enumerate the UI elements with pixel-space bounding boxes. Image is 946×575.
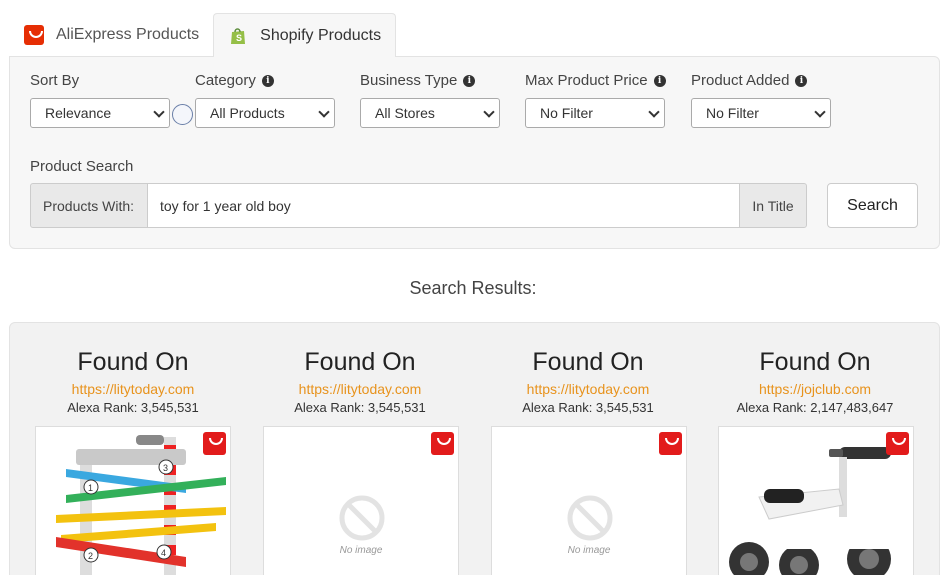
chevron-down-icon — [483, 106, 495, 118]
svg-text:2: 2 — [88, 551, 93, 561]
store-url-link[interactable]: https://litytoday.com — [488, 381, 688, 397]
tab-aliexpress-products[interactable]: AliExpress Products — [10, 13, 213, 56]
aliexpress-icon — [203, 432, 226, 455]
aliexpress-icon — [431, 432, 454, 455]
info-icon[interactable]: i — [261, 74, 274, 87]
chevron-down-icon — [814, 106, 826, 118]
no-image-text: No image — [567, 545, 611, 556]
chevron-down-icon — [318, 106, 330, 118]
store-url-link[interactable]: https://litytoday.com — [260, 381, 460, 397]
business-type-label-text: Business Type — [360, 72, 458, 89]
result-card: Found On https://litytoday.com Alexa Ran… — [33, 346, 233, 416]
info-icon[interactable]: i — [463, 74, 476, 87]
no-image-icon — [339, 495, 385, 541]
sort-by-value: Relevance — [45, 105, 112, 121]
category-label: Category i — [195, 72, 274, 89]
aliexpress-icon — [24, 24, 44, 45]
product-search-label-text: Product Search — [30, 158, 134, 175]
found-on-heading: Found On — [532, 348, 644, 376]
no-image-icon — [567, 495, 613, 541]
in-title-addon[interactable]: In Title — [739, 183, 807, 228]
product-added-label: Product Added i — [691, 72, 808, 89]
sort-by-label: Sort By — [30, 72, 79, 89]
business-type-value: All Stores — [375, 105, 435, 121]
svg-text:S: S — [236, 33, 242, 43]
sort-radio-button[interactable] — [172, 104, 193, 125]
alexa-rank: Alexa Rank: 2,147,483,647 — [736, 400, 894, 415]
max-price-select[interactable]: No Filter — [525, 98, 665, 128]
alexa-rank: Alexa Rank: 3,545,531 — [522, 400, 654, 415]
search-query-text: toy for 1 year old boy — [160, 197, 291, 214]
results-title: Search Results: — [409, 278, 537, 298]
result-card: Found On https://litytoday.com Alexa Ran… — [260, 346, 460, 416]
found-on-heading: Found On — [77, 348, 189, 376]
store-url-link[interactable]: https://litytoday.com — [33, 381, 233, 397]
aliexpress-icon — [659, 432, 682, 455]
product-added-value: No Filter — [706, 105, 759, 121]
product-search-label: Product Search — [30, 158, 133, 175]
max-price-value: No Filter — [540, 105, 593, 121]
business-type-select[interactable]: All Stores — [360, 98, 500, 128]
category-value: All Products — [210, 105, 285, 121]
max-price-label: Max Product Price i — [525, 72, 666, 89]
result-card: Found On https://jojclub.com Alexa Rank:… — [715, 346, 915, 416]
product-image[interactable]: No image — [263, 426, 459, 575]
svg-text:4: 4 — [161, 548, 166, 558]
svg-text:3: 3 — [163, 463, 168, 473]
category-select[interactable]: All Products — [195, 98, 335, 128]
tab-label: Shopify Products — [260, 26, 382, 44]
product-source-tabs: AliExpress Products S Shopify Products — [10, 13, 397, 57]
product-added-label-text: Product Added — [691, 72, 790, 89]
shopify-bag-icon: S — [228, 26, 248, 46]
product-added-select[interactable]: No Filter — [691, 98, 831, 128]
svg-text:1: 1 — [88, 483, 93, 493]
info-icon[interactable]: i — [795, 74, 808, 87]
alexa-rank: Alexa Rank: 3,545,531 — [67, 400, 199, 415]
search-button[interactable]: Search — [827, 183, 918, 228]
found-on-heading: Found On — [304, 348, 416, 376]
aliexpress-icon — [886, 432, 909, 455]
business-type-label: Business Type i — [360, 72, 476, 89]
max-price-label-text: Max Product Price — [525, 72, 648, 89]
product-image[interactable] — [718, 426, 914, 575]
balance-bike-image — [729, 447, 913, 575]
product-image[interactable]: No image — [491, 426, 687, 575]
alexa-rank: Alexa Rank: 3,545,531 — [294, 400, 426, 415]
search-input-group: Products With: toy for 1 year old boy In… — [30, 183, 807, 228]
sort-by-label-text: Sort By — [30, 72, 80, 89]
sort-by-select[interactable]: Relevance — [30, 98, 170, 128]
chevron-down-icon — [648, 106, 660, 118]
category-label-text: Category — [195, 72, 256, 89]
store-url-link[interactable]: https://jojclub.com — [715, 381, 915, 397]
no-image-text: No image — [339, 545, 383, 556]
found-on-heading: Found On — [759, 348, 871, 376]
result-card: Found On https://litytoday.com Alexa Ran… — [488, 346, 688, 416]
chevron-down-icon — [153, 106, 165, 118]
product-image[interactable]: 1 3 2 4 — [35, 426, 231, 575]
tab-label: AliExpress Products — [56, 25, 200, 43]
info-icon[interactable]: i — [653, 74, 666, 87]
toy-car-ramp-image: 1 3 2 4 — [56, 435, 226, 575]
search-prefix-addon: Products With: — [30, 183, 148, 228]
tab-shopify-products[interactable]: S Shopify Products — [213, 13, 397, 57]
search-input[interactable]: toy for 1 year old boy — [148, 183, 739, 228]
